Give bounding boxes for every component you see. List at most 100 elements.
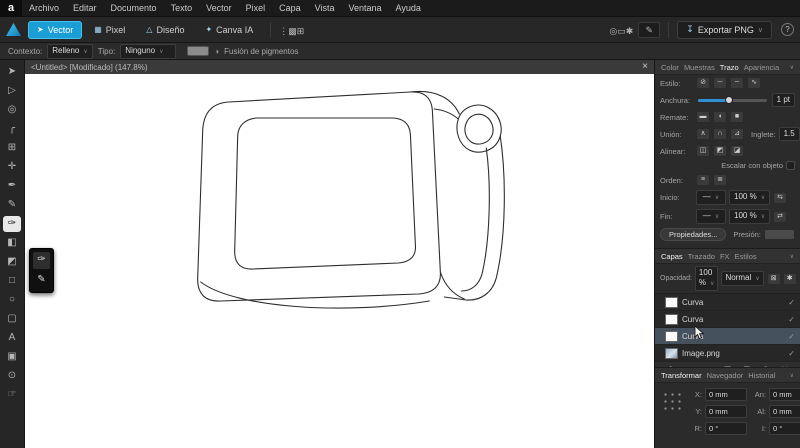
corner-tool[interactable]: ╭ bbox=[3, 121, 21, 137]
layer-visibility-checkbox[interactable]: ✓ bbox=[788, 315, 795, 324]
layers-tab-estilos[interactable]: Estilos bbox=[735, 252, 757, 261]
end-scale-input[interactable]: 100 % bbox=[729, 209, 771, 224]
view-tool[interactable]: ☞ bbox=[3, 387, 21, 403]
layers-tab-fx[interactable]: FX bbox=[720, 252, 730, 261]
transform-y-input[interactable]: 0 mm bbox=[705, 405, 747, 418]
stroke-color-swatch[interactable] bbox=[187, 46, 210, 56]
align-outside-icon[interactable]: ◪ bbox=[730, 145, 744, 157]
node-tool[interactable]: ▷ bbox=[3, 83, 21, 99]
document-tab-title[interactable]: <Untitled> [Modificado] (147.8%) bbox=[31, 63, 148, 72]
lock-icon[interactable]: ⊠ bbox=[766, 272, 781, 285]
reverse-stroke-icon[interactable]: ⇄ bbox=[773, 210, 788, 223]
layer-row[interactable]: Curva ✓ bbox=[655, 294, 800, 311]
rectangle-tool[interactable]: □ bbox=[3, 273, 21, 289]
align-center-icon[interactable]: ◫ bbox=[696, 145, 710, 157]
transform-x-input[interactable]: 0 mm bbox=[705, 388, 747, 401]
guides-icon[interactable]: ▭ bbox=[617, 26, 626, 36]
swatch-panel-icon[interactable]: ▩ bbox=[288, 26, 297, 36]
transform-i-input[interactable]: 0 ° bbox=[769, 422, 800, 435]
layer-visibility-checkbox[interactable]: ✓ bbox=[788, 298, 795, 307]
edit-all-layers-icon[interactable]: ✱ bbox=[782, 272, 797, 285]
grid-options-icon[interactable]: ⊞ bbox=[297, 26, 305, 36]
join-bevel-icon[interactable]: ⊿ bbox=[730, 128, 744, 140]
end-style-dropdown[interactable]: — bbox=[696, 209, 726, 224]
transform-tab-navegador[interactable]: Navegador bbox=[707, 371, 744, 380]
move-tool[interactable]: ➤ bbox=[3, 64, 21, 80]
pen-settings-toggle[interactable]: ✎ bbox=[638, 21, 661, 38]
vector-crop-tool[interactable]: ▣ bbox=[3, 349, 21, 365]
point-transform-tool[interactable]: ✛ bbox=[3, 159, 21, 175]
transform-an-input[interactable]: 0 mm bbox=[769, 388, 800, 401]
zoom-tool[interactable]: ⊙ bbox=[3, 368, 21, 384]
swap-start-end-icon[interactable]: ⇆ bbox=[773, 191, 788, 204]
app-logo[interactable]: a bbox=[0, 0, 22, 17]
fill-tool[interactable]: ◧ bbox=[3, 235, 21, 251]
stroke-none-icon[interactable]: ⊘ bbox=[696, 77, 710, 89]
opacity-dropdown[interactable]: 100 % bbox=[694, 266, 719, 291]
artistic-text-tool[interactable]: A bbox=[3, 330, 21, 346]
start-style-dropdown[interactable]: — bbox=[696, 190, 726, 205]
panel-collapse-icon[interactable]: ∨ bbox=[790, 253, 794, 260]
menu-texto[interactable]: Texto bbox=[164, 3, 200, 13]
pen-tool[interactable]: ✒ bbox=[3, 178, 21, 194]
stroke-tab-muestras[interactable]: Muestras bbox=[684, 63, 715, 72]
pressure-profile-input[interactable] bbox=[763, 229, 795, 240]
transform-al-input[interactable]: 0 mm bbox=[769, 405, 800, 418]
menu-documento[interactable]: Documento bbox=[104, 3, 164, 13]
layer-row[interactable]: Curva ✓ bbox=[655, 311, 800, 328]
export-png-button[interactable]: ↧ Exportar PNG ∨ bbox=[677, 20, 772, 39]
layers-tab-trazado[interactable]: Trazado bbox=[688, 252, 715, 261]
transform-r-input[interactable]: 0 ° bbox=[705, 422, 747, 435]
order-dash-icon[interactable]: ≡ bbox=[696, 174, 710, 186]
pencil-tool-icon[interactable]: ✎ bbox=[33, 272, 50, 289]
align-inside-icon[interactable]: ◩ bbox=[713, 145, 727, 157]
cap-square-icon[interactable]: ■ bbox=[730, 111, 744, 123]
join-round-icon[interactable]: ∩ bbox=[713, 128, 727, 140]
contour-tool[interactable]: ◎ bbox=[3, 102, 21, 118]
width-input[interactable]: 1 pt bbox=[771, 93, 795, 107]
cap-round-icon[interactable]: ◖ bbox=[713, 111, 727, 123]
stroke-tab-apariencia[interactable]: Apariencia bbox=[744, 63, 779, 72]
menu-editar[interactable]: Editar bbox=[66, 3, 104, 13]
contexto-dropdown[interactable]: Relleno bbox=[47, 43, 93, 59]
persona-vector[interactable]: ➤ Vector bbox=[28, 20, 83, 39]
stroke-tab-color[interactable]: Color bbox=[661, 63, 679, 72]
rounded-rectangle-tool[interactable]: ▢ bbox=[3, 311, 21, 327]
escalar-checkbox[interactable] bbox=[786, 161, 795, 170]
stroke-dash-icon[interactable]: ╌ bbox=[730, 77, 744, 89]
layer-visibility-checkbox[interactable]: ✓ bbox=[788, 332, 795, 341]
menu-vector[interactable]: Vector bbox=[199, 3, 239, 13]
layer-row[interactable]: Image.png ✓ bbox=[655, 345, 800, 362]
persona-canva-ia[interactable]: ✦ Canva IA bbox=[196, 21, 262, 39]
close-document-icon[interactable]: × bbox=[642, 62, 648, 72]
transparency-tool[interactable]: ◩ bbox=[3, 254, 21, 270]
menu-ventana[interactable]: Ventana bbox=[341, 3, 388, 13]
anchor-selector[interactable] bbox=[661, 390, 681, 410]
tool-options-icon[interactable]: ⋮ bbox=[279, 26, 288, 36]
propiedades-button[interactable]: Propiedades... bbox=[660, 228, 727, 241]
stroke-solid-icon[interactable]: ─ bbox=[713, 77, 727, 89]
panel-collapse-icon[interactable]: ∨ bbox=[790, 372, 794, 379]
menu-pixel[interactable]: Pixel bbox=[239, 3, 273, 13]
stroke-brush-icon[interactable]: ∿ bbox=[747, 77, 761, 89]
pencil-tool[interactable]: ✎ bbox=[3, 197, 21, 213]
persona-pixel[interactable]: ▦ Pixel bbox=[85, 21, 134, 39]
slider-knob[interactable] bbox=[725, 95, 734, 104]
width-slider[interactable] bbox=[698, 95, 767, 104]
tipo-dropdown[interactable]: Ninguno bbox=[120, 43, 177, 59]
cap-butt-icon[interactable]: ▬ bbox=[696, 111, 710, 123]
menu-vista[interactable]: Vista bbox=[308, 3, 342, 13]
join-miter-icon[interactable]: ∧ bbox=[696, 128, 710, 140]
vector-brush-tool[interactable]: ✑ bbox=[3, 216, 21, 232]
canvas[interactable] bbox=[25, 74, 654, 448]
transform-tab-transformar[interactable]: Transformar bbox=[661, 371, 702, 380]
menu-capa[interactable]: Capa bbox=[272, 3, 308, 13]
shape-builder-tool[interactable]: ⊞ bbox=[3, 140, 21, 156]
stroke-tab-trazo[interactable]: Trazo bbox=[720, 63, 739, 72]
layer-visibility-checkbox[interactable]: ✓ bbox=[788, 349, 795, 358]
menu-archivo[interactable]: Archivo bbox=[22, 3, 66, 13]
start-scale-input[interactable]: 100 % bbox=[729, 190, 771, 205]
panel-collapse-icon[interactable]: ∨ bbox=[790, 64, 794, 71]
layer-row[interactable]: Curva ✓ bbox=[655, 328, 800, 345]
menu-ayuda[interactable]: Ayuda bbox=[389, 3, 428, 13]
